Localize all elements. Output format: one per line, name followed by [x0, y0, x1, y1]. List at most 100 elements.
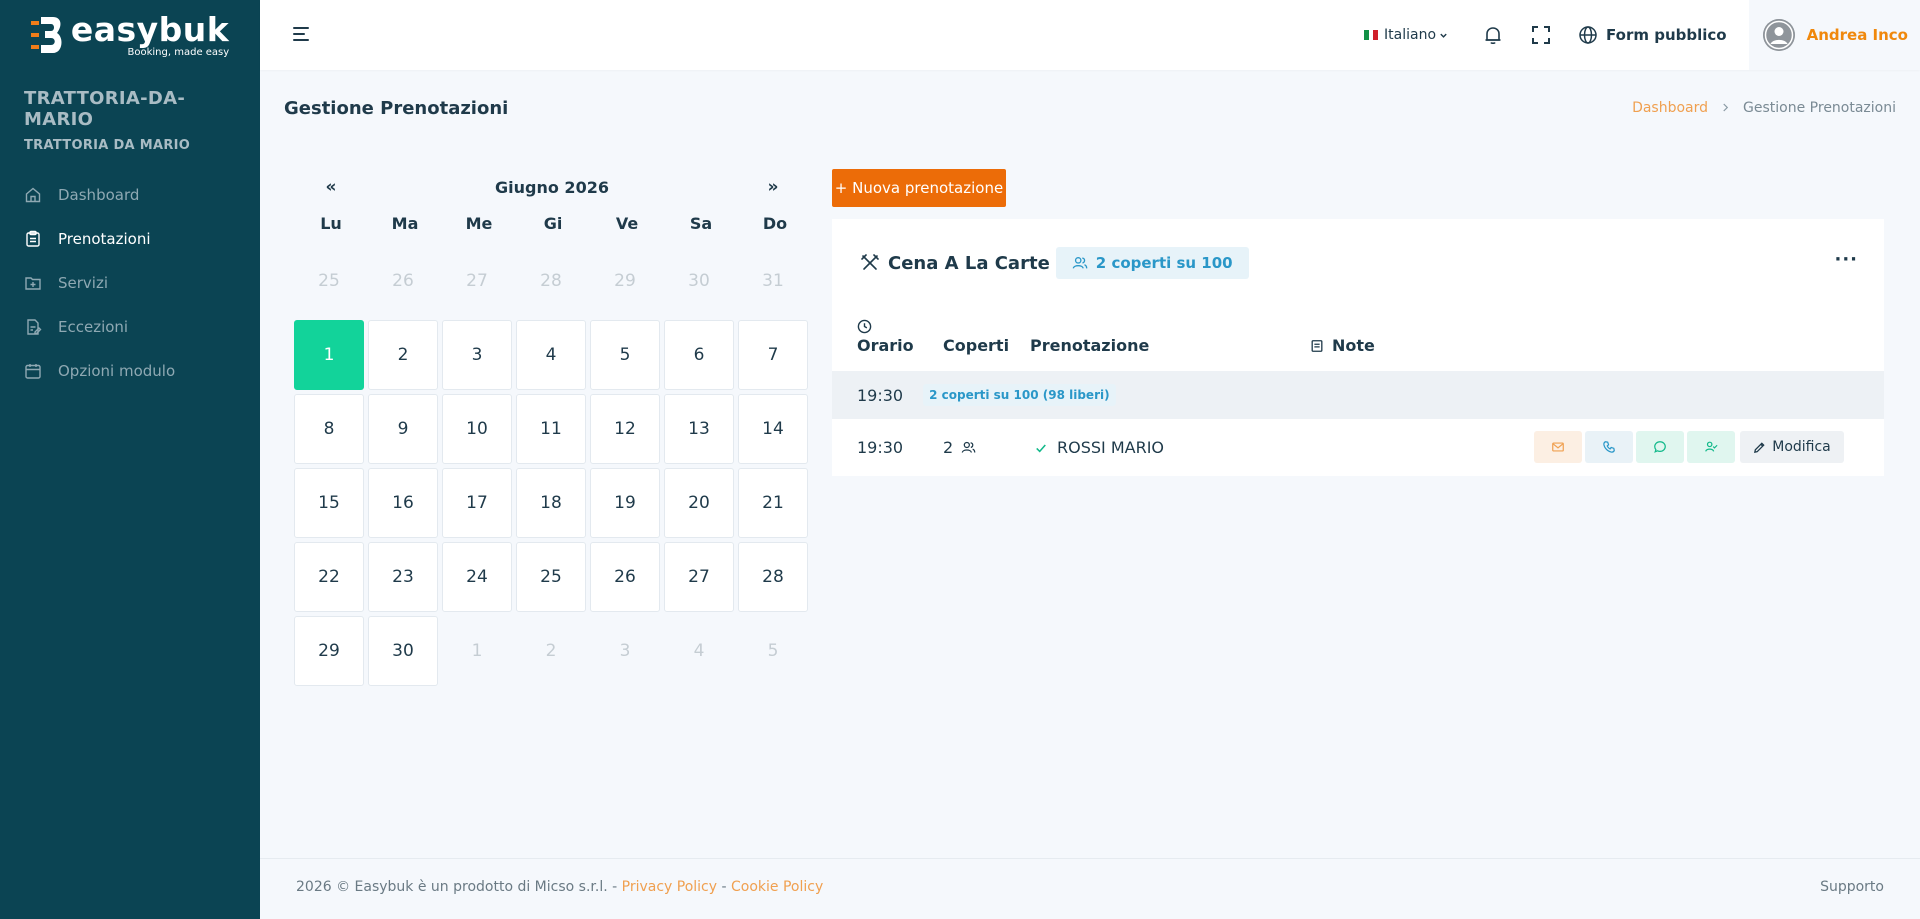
user-name: Andrea Inco [1806, 26, 1908, 44]
column-header-notes: Note [1332, 336, 1375, 355]
weekday-label: Me [465, 214, 493, 233]
sidebar-item-eccezioni[interactable]: Eccezioni [0, 305, 260, 349]
calendar-day[interactable]: 23 [368, 542, 438, 612]
calendar-day-outside: 4 [693, 641, 705, 661]
public-form-label: Form pubblico [1606, 26, 1727, 44]
calendar-day[interactable]: 16 [368, 468, 438, 538]
breadcrumb-dashboard-link[interactable]: Dashboard [1632, 100, 1708, 116]
language-selector[interactable]: Italiano [1364, 27, 1448, 43]
copyright-text: 2026 © Easybuk è un prodotto di Micso s.… [296, 879, 622, 895]
chevron-right-icon [1722, 101, 1729, 115]
sidebar-item-label: Eccezioni [58, 318, 129, 336]
calendar-day[interactable]: 8 [294, 394, 364, 464]
calendar-day[interactable]: 6 [664, 320, 734, 390]
weekday-label: Ve [615, 214, 639, 233]
check-icon [1036, 443, 1046, 453]
page-title: Gestione Prenotazioni [284, 98, 509, 119]
phone-icon [1603, 441, 1615, 453]
email-button[interactable] [1534, 431, 1582, 463]
calendar-day[interactable]: 19 [590, 468, 660, 538]
footer-copyright: 2026 © Easybuk è un prodotto di Micso s.… [296, 879, 823, 895]
sidebar-item-label: Opzioni modulo [58, 362, 176, 380]
calendar-day[interactable]: 14 [738, 394, 808, 464]
calendar-day[interactable]: 15 [294, 468, 364, 538]
sidebar-item-servizi[interactable]: Servizi [0, 261, 260, 305]
users-icon [1072, 257, 1088, 269]
calendar-day[interactable]: 24 [442, 542, 512, 612]
menu-toggle-icon[interactable] [292, 24, 312, 44]
breadcrumb: Dashboard Gestione Prenotazioni [1632, 100, 1896, 116]
edit-reservation-button[interactable]: Modifica [1740, 431, 1844, 463]
weekday-label: Gi [543, 214, 563, 233]
users-icon [961, 441, 976, 453]
calendar-day[interactable]: 17 [442, 468, 512, 538]
calendar-day-outside: 3 [619, 641, 631, 661]
public-form-link[interactable]: Form pubblico [1578, 25, 1727, 45]
calendar-day[interactable]: 29 [294, 616, 364, 686]
organization-info: TRATTORIA-DA-MARIO TRATTORIA DA MARIO [0, 70, 260, 153]
calendar-day[interactable]: 25 [516, 542, 586, 612]
calendar-day[interactable]: 27 [664, 542, 734, 612]
italy-flag-icon [1364, 30, 1379, 40]
calendar-day[interactable]: 2 [368, 320, 438, 390]
sidebar-item-label: Servizi [58, 274, 109, 292]
support-link[interactable]: Supporto [1820, 879, 1884, 895]
calendar-day[interactable]: 11 [516, 394, 586, 464]
breadcrumb-current: Gestione Prenotazioni [1743, 100, 1896, 116]
capacity-text: 2 coperti su 100 [1095, 254, 1233, 272]
user-menu[interactable]: Andrea Inco [1748, 0, 1920, 70]
reservation-time: 19:30 [857, 438, 904, 457]
footer: 2026 © Easybuk è un prodotto di Micso s.… [260, 858, 1920, 919]
fullscreen-icon[interactable] [1530, 24, 1552, 46]
document-edit-icon [24, 318, 42, 336]
calendar-day[interactable]: 20 [664, 468, 734, 538]
reservation-row[interactable]: 19:30 2 ROSSI MARIO Modifica [832, 419, 1884, 476]
sidebar-item-opzioni-modulo[interactable]: Opzioni modulo [0, 349, 260, 393]
calendar-day[interactable]: 18 [516, 468, 586, 538]
calendar-day[interactable]: 1 [294, 320, 364, 390]
calendar-day[interactable]: 7 [738, 320, 808, 390]
calendar-day-outside: 5 [767, 641, 779, 661]
brand-logo[interactable]: easybuk Booking, made easy [0, 0, 260, 70]
service-name: Cena A La Carte [888, 252, 1050, 274]
calendar-day[interactable]: 3 [442, 320, 512, 390]
calendar-day[interactable]: 4 [516, 320, 586, 390]
chat-icon [1654, 441, 1666, 453]
calendar-day[interactable]: 30 [368, 616, 438, 686]
calendar-day-outside: 2 [545, 641, 557, 661]
privacy-policy-link[interactable]: Privacy Policy [622, 879, 717, 895]
weekday-label: Ma [391, 214, 419, 233]
reservation-covers: 2 [943, 438, 954, 457]
pencil-icon [1754, 441, 1765, 453]
calendar-day[interactable]: 28 [738, 542, 808, 612]
capacity-badge: 2 coperti su 100 [1055, 247, 1249, 279]
sidebar-item-prenotazioni[interactable]: Prenotazioni [0, 217, 260, 261]
calendar-day-outside: 1 [471, 641, 483, 661]
reservation-name: ROSSI MARIO [1057, 438, 1165, 457]
calendar-day[interactable]: 26 [590, 542, 660, 612]
folder-plus-icon [24, 274, 42, 292]
calendar-day[interactable]: 13 [664, 394, 734, 464]
calendar-day[interactable]: 21 [738, 468, 808, 538]
new-booking-button[interactable]: + Nuova prenotazione [832, 169, 1006, 207]
sidebar-item-dashboard[interactable]: Dashboard [0, 173, 260, 217]
calendar-day[interactable]: 12 [590, 394, 660, 464]
weekday-label: Lu [320, 214, 342, 233]
cookie-policy-link[interactable]: Cookie Policy [731, 879, 823, 895]
calendar-day-outside: 31 [762, 271, 784, 291]
bell-icon[interactable] [1482, 24, 1504, 46]
more-options-icon[interactable]: ··· [1834, 249, 1858, 270]
column-header-covers: Coperti [943, 336, 1010, 355]
calendar-day[interactable]: 10 [442, 394, 512, 464]
org-title: TRATTORIA-DA-MARIO [24, 88, 186, 130]
calendar-day[interactable]: 9 [368, 394, 438, 464]
chat-button[interactable] [1636, 431, 1684, 463]
calendar-day[interactable]: 22 [294, 542, 364, 612]
phone-button[interactable] [1585, 431, 1633, 463]
easybuk-logo-mark [30, 17, 62, 53]
checkin-button[interactable] [1687, 431, 1735, 463]
column-header-booking: Prenotazione [1030, 336, 1150, 355]
calendar-day[interactable]: 5 [590, 320, 660, 390]
next-month-button[interactable]: » [736, 177, 810, 197]
prev-month-button[interactable]: « [294, 177, 368, 197]
